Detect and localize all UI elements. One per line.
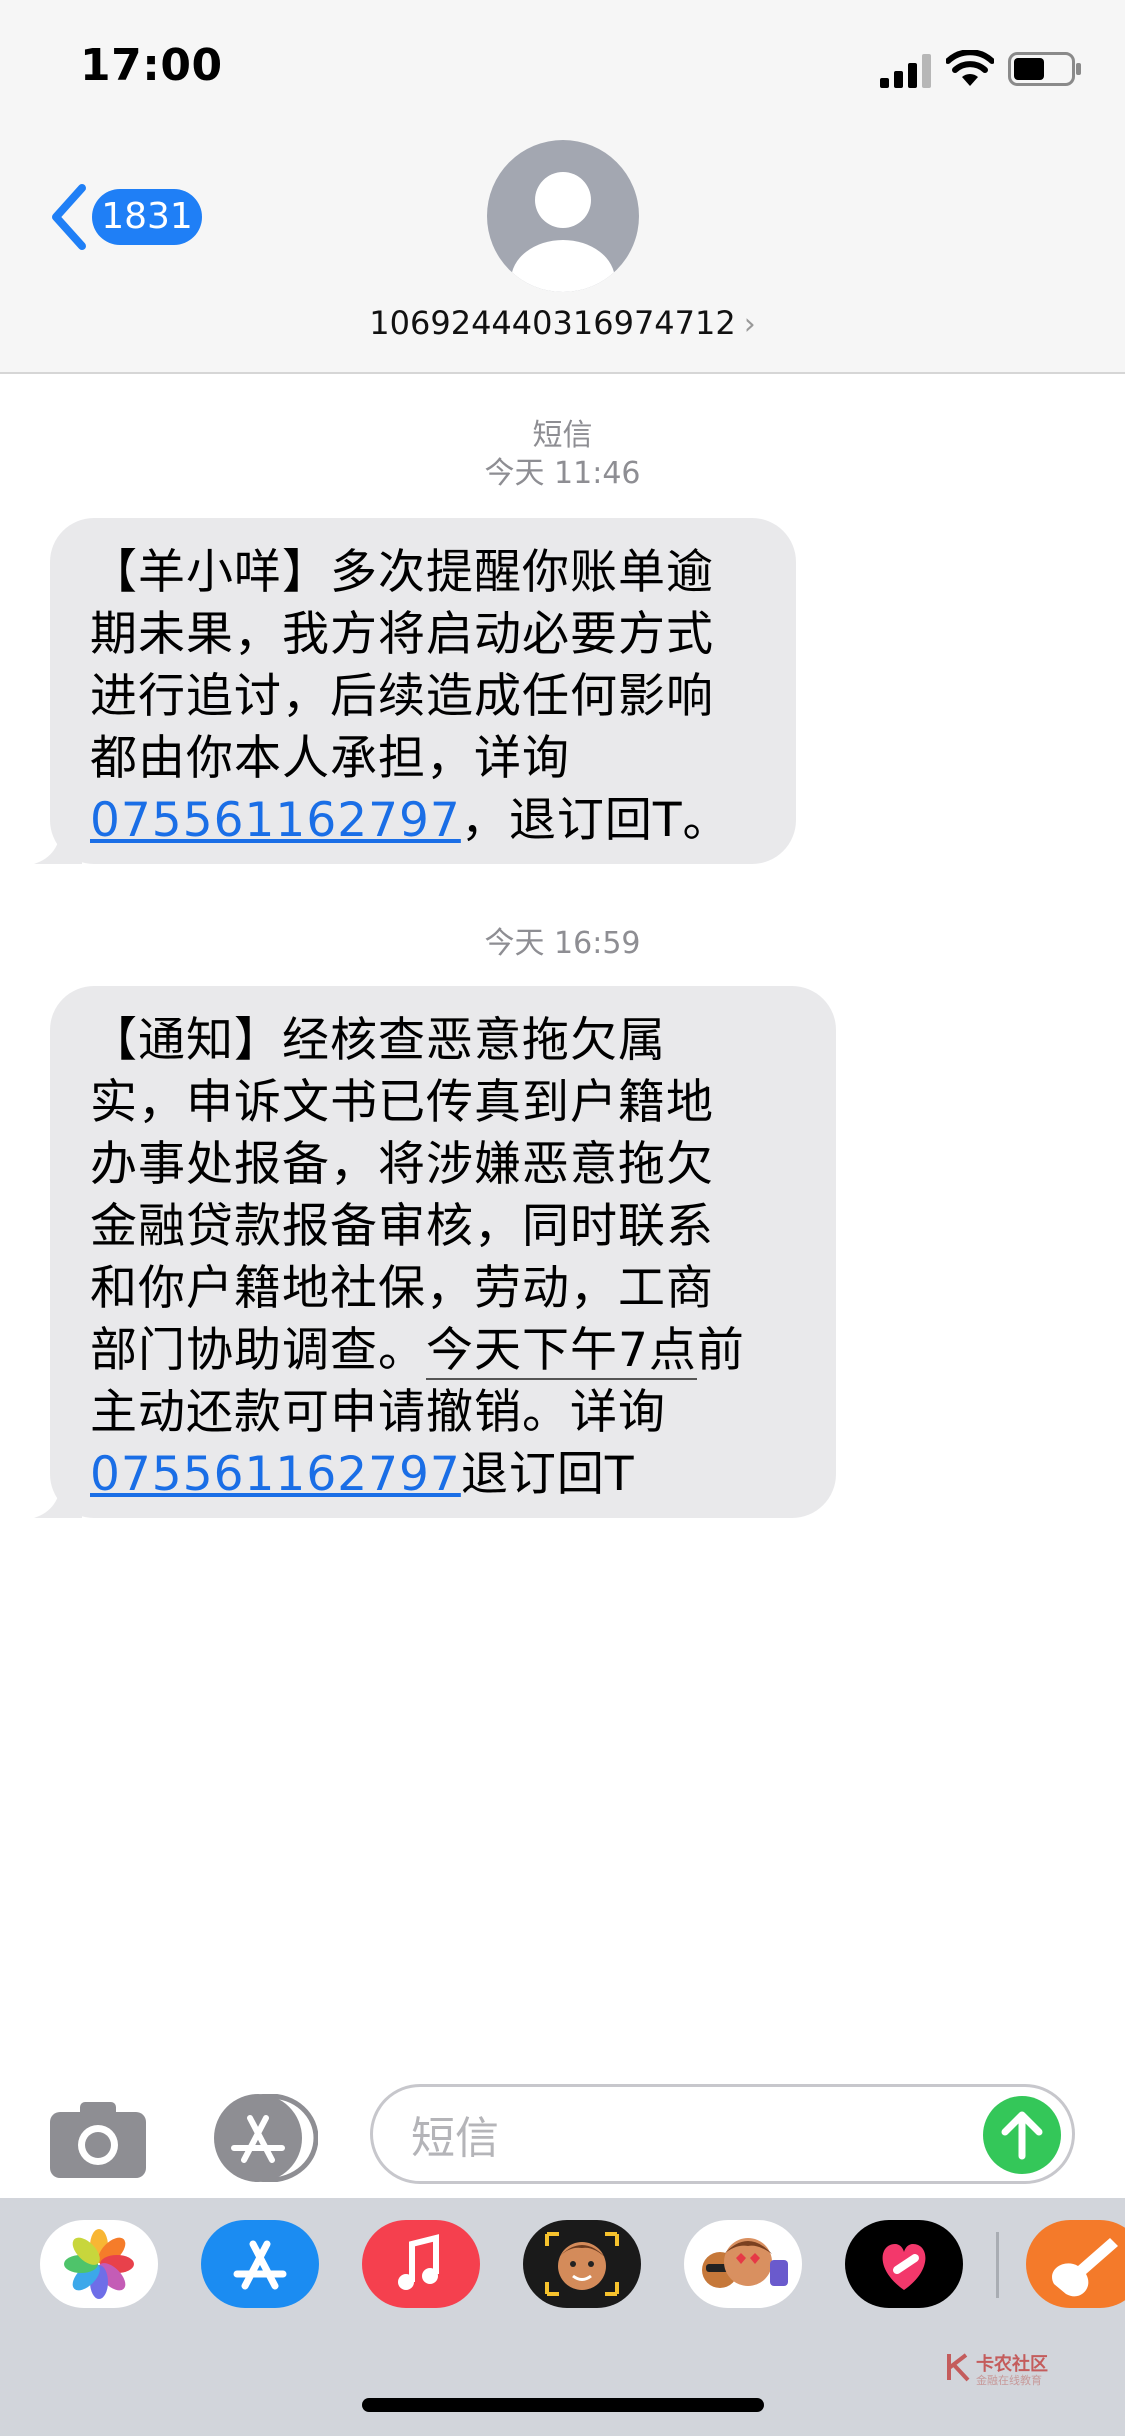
message-line: 期未果，我方将启动必要方式 [90,607,714,662]
message-line: 实，申诉文书已传真到户籍地 [90,1075,714,1130]
date-detected-text[interactable]: 今天下午7点 [426,1323,697,1380]
message-text: 前 [696,1323,745,1378]
message-line: 办事处报备，将涉嫌恶意拖欠 [90,1137,714,1192]
message-line: 部门协助调查。今天下午7点前 [90,1320,800,1382]
cellular-signal-icon [880,54,931,88]
message-bubble[interactable]: 【羊小咩】多次提醒你账单逾 期未果，我方将启动必要方式 进行追讨，后续造成任何影… [34,518,796,864]
app-drawer: 卡农社区 金融在线教育 [0,2198,1125,2436]
message-line: 金融贷款报备审核，同时联系 [90,1199,714,1254]
message-text: 退订回T [460,1447,635,1502]
send-button[interactable] [983,2096,1061,2174]
message-line: 都由你本人承担，详询 [90,731,570,786]
phone-link[interactable]: 075561162797 [90,793,461,848]
message-text: ，退订回T。 [460,793,731,848]
message-line: 主动还款可申请撤销。详询 [90,1385,666,1440]
battery-icon [1008,52,1081,86]
message-list[interactable]: 短信 今天 11:46 【羊小咩】多次提醒你账单逾 期未果，我方将启动必要方式 … [0,372,1125,2072]
app-drawer-divider [996,2232,999,2298]
watermark-icon [947,2353,970,2382]
contact-number-text: 106924440316974712 [369,304,736,342]
message-bubble[interactable]: 【通知】经核查恶意拖欠属 实，申诉文书已传真到户籍地 办事处报备，将涉嫌恶意拖欠… [34,986,836,1518]
music-icon[interactable] [362,2220,480,2308]
unread-count-badge[interactable]: 1831 [92,189,202,245]
composer-bar [0,2078,1125,2198]
contact-avatar[interactable] [487,140,639,292]
digital-touch-icon[interactable] [845,2220,963,2308]
message-line: 075561162797，退订回T。 [90,790,760,852]
message-text: 部门协助调查。 [90,1323,426,1378]
phone-link[interactable]: 075561162797 [90,1447,461,1502]
message-line: 进行追讨，后续造成任何影响 [90,669,714,724]
wifi-icon [946,50,994,86]
contact-number[interactable]: 106924440316974712 › [0,304,1125,342]
timestamp: 今天 11:46 [484,456,641,491]
message-line: 和你户籍地社保，劳动，工商 [90,1261,714,1316]
camera-icon[interactable] [50,2098,146,2178]
home-indicator[interactable] [362,2398,764,2412]
chevron-right-icon: › [743,307,756,342]
back-chevron-icon[interactable] [46,182,90,252]
photos-icon[interactable] [40,2220,158,2308]
bubble-tail [34,824,82,864]
bubble-tail [34,1478,82,1518]
message-input-field[interactable] [370,2084,1075,2184]
message-line: 075561162797退订回T [90,1444,800,1506]
memoji-icon[interactable] [523,2220,641,2308]
memoji-stickers-icon[interactable] [684,2220,802,2308]
timestamp: 今天 16:59 [484,926,641,961]
app-store-button[interactable] [208,2094,318,2182]
watermark-logo: 卡农社区 金融在线教育 [946,2348,1066,2390]
status-time: 17:00 [80,40,223,91]
message-line: 【羊小咩】多次提醒你账单逾 [90,545,714,600]
message-input[interactable] [409,2109,973,2167]
garageband-icon[interactable] [1026,2220,1125,2308]
watermark-subtitle: 金融在线教育 [976,2374,1042,2387]
conversation-header: 17:00 1831 106924440316974712 › [0,0,1125,374]
app-store-icon[interactable] [201,2220,319,2308]
message-line: 【通知】经核查恶意拖欠属 [90,1013,666,1068]
